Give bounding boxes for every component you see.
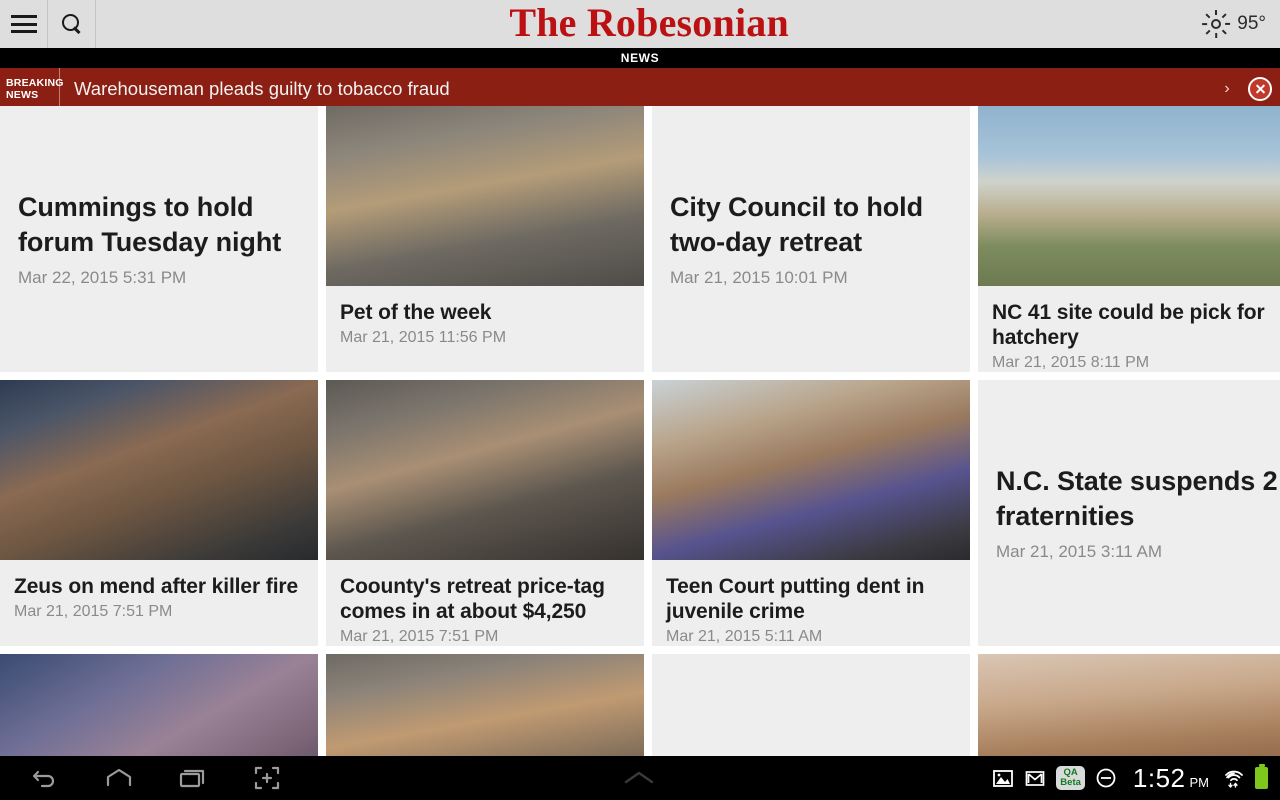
article-card[interactable]: [326, 654, 644, 756]
back-button[interactable]: [26, 762, 64, 794]
clock-ampm: PM: [1189, 774, 1210, 790]
breaking-badge-line2: NEWS: [6, 88, 39, 101]
article-text: City Council to hold two-day retreat Mar …: [652, 190, 970, 288]
battery-icon[interactable]: [1255, 764, 1268, 789]
article-thumbnail: [0, 654, 318, 756]
search-button[interactable]: [48, 0, 96, 48]
article-timestamp: Mar 21, 2015 10:01 PM: [670, 268, 848, 287]
hamburger-menu-icon: [10, 15, 37, 33]
menu-button[interactable]: [0, 0, 48, 48]
screenshot-capture-icon: [254, 766, 280, 790]
article-title: Cummings to hold forum Tuesday night: [18, 192, 282, 257]
article-card[interactable]: City Council to hold two-day retreat Mar …: [652, 106, 970, 372]
article-text: NC 41 site could be pick for hatchery Mar…: [978, 286, 1280, 372]
article-title: N.C. State suspends 2 fraternities: [996, 466, 1278, 531]
nav-buttons: [0, 762, 286, 794]
article-title: City Council to hold two-day retreat: [670, 192, 923, 257]
section-label: NEWS: [620, 51, 660, 65]
article-card[interactable]: Cummings to hold forum Tuesday night Mar …: [0, 106, 318, 372]
article-text: Zeus on mend after killer fire Mar 21, 20…: [0, 560, 318, 633]
article-grid: Cummings to hold forum Tuesday night Mar …: [0, 106, 1280, 756]
article-thumbnail: [652, 380, 970, 560]
status-clock[interactable]: 1:52 PM: [1133, 763, 1209, 794]
breaking-badge-line1: BREAKING: [6, 76, 64, 89]
article-timestamp: Mar 21, 2015 5:11 AM: [666, 628, 823, 645]
article-card[interactable]: NC 41 site could be pick for hatchery Mar…: [978, 106, 1280, 372]
home-button[interactable]: [100, 762, 138, 794]
article-text: Coounty's retreat price-tag comes in at …: [326, 560, 644, 646]
screenshot-button[interactable]: [248, 762, 286, 794]
weather-widget[interactable]: 95°: [1202, 0, 1280, 48]
breaking-news-close-button[interactable]: [1240, 68, 1280, 109]
section-bar: NEWS: [0, 48, 1280, 68]
article-thumbnail: [326, 654, 644, 756]
article-timestamp: Mar 22, 2015 5:31 PM: [18, 268, 187, 287]
status-icons: QA Beta 1:52 PM: [992, 763, 1280, 794]
article-title: Teen Court putting dent in juvenile crim…: [666, 575, 925, 623]
chevron-up-icon: [624, 771, 654, 784]
close-circle-icon: [1248, 76, 1272, 101]
breaking-news-headline[interactable]: Warehouseman pleads guilty to tobacco fr…: [60, 68, 1214, 109]
clock-time: 1:52: [1132, 762, 1186, 793]
recent-apps-button[interactable]: [174, 762, 212, 794]
article-timestamp: Mar 21, 2015 3:11 AM: [996, 542, 1163, 561]
breaking-news-banner: BREAKING NEWS Warehouseman pleads guilty…: [0, 68, 1280, 109]
weather-temperature: 95°: [1237, 13, 1266, 34]
article-card[interactable]: Teen Court putting dent in juvenile crim…: [652, 380, 970, 646]
dnd-icon[interactable]: [1095, 767, 1117, 789]
article-card[interactable]: Pet of the week Mar 21, 2015 11:56 PM: [326, 106, 644, 372]
article-thumbnail: [978, 106, 1280, 286]
article-title: Coounty's retreat price-tag comes in at …: [340, 575, 605, 623]
article-card[interactable]: [978, 654, 1280, 756]
article-text: N.C. State suspends 2 fraternities Mar 21…: [978, 464, 1280, 562]
article-card[interactable]: Coounty's retreat price-tag comes in at …: [326, 380, 644, 646]
article-text: Teen Court putting dent in juvenile crim…: [652, 560, 970, 646]
article-grid-scroll[interactable]: Cummings to hold forum Tuesday night Mar …: [0, 106, 1280, 756]
article-card[interactable]: [0, 654, 318, 756]
article-title: Pet of the week: [340, 301, 492, 324]
article-timestamp: Mar 21, 2015 8:11 PM: [992, 354, 1150, 371]
back-arrow-icon: [32, 770, 55, 788]
breaking-news-badge: BREAKING NEWS: [0, 68, 64, 109]
article-timestamp: Mar 21, 2015 11:56 PM: [340, 329, 507, 346]
article-title: Zeus on mend after killer fire: [14, 575, 299, 598]
page-title: The Robesonian: [509, 0, 789, 45]
article-thumbnail: [326, 380, 644, 560]
home-icon: [106, 768, 132, 787]
expand-handle[interactable]: [286, 769, 992, 787]
qa-badge-line2: Beta: [1060, 777, 1081, 788]
wifi-icon[interactable]: [1223, 767, 1245, 789]
qa-beta-badge[interactable]: QA Beta: [1056, 766, 1085, 790]
article-thumbnail: [978, 654, 1280, 756]
article-thumbnail: [326, 106, 644, 286]
article-timestamp: Mar 21, 2015 7:51 PM: [14, 603, 173, 620]
android-navigation-bar: QA Beta 1:52 PM: [0, 756, 1280, 800]
gmail-icon[interactable]: [1024, 768, 1046, 788]
article-card[interactable]: N.C. State suspends 2 fraternities Mar 21…: [978, 380, 1280, 646]
app-bar: The Robesonian 95°: [0, 0, 1280, 48]
article-card[interactable]: [652, 654, 970, 756]
search-icon: [61, 14, 82, 34]
app-root: The Robesonian 95° NEWS BREAKING NEWS Wa…: [0, 0, 1280, 800]
article-thumbnail: [0, 380, 318, 560]
article-timestamp: Mar 21, 2015 7:51 PM: [340, 628, 499, 645]
article-card[interactable]: Zeus on mend after killer fire Mar 21, 20…: [0, 380, 318, 646]
article-text: Cummings to hold forum Tuesday night Mar …: [0, 190, 318, 288]
chevron-right-icon[interactable]: ›: [1214, 68, 1240, 109]
image-icon[interactable]: [992, 767, 1014, 789]
recent-apps-icon: [179, 769, 205, 788]
sun-icon: [1202, 10, 1231, 38]
article-title: NC 41 site could be pick for hatchery: [992, 301, 1265, 349]
article-text: Pet of the week Mar 21, 2015 11:56 PM: [326, 286, 644, 359]
